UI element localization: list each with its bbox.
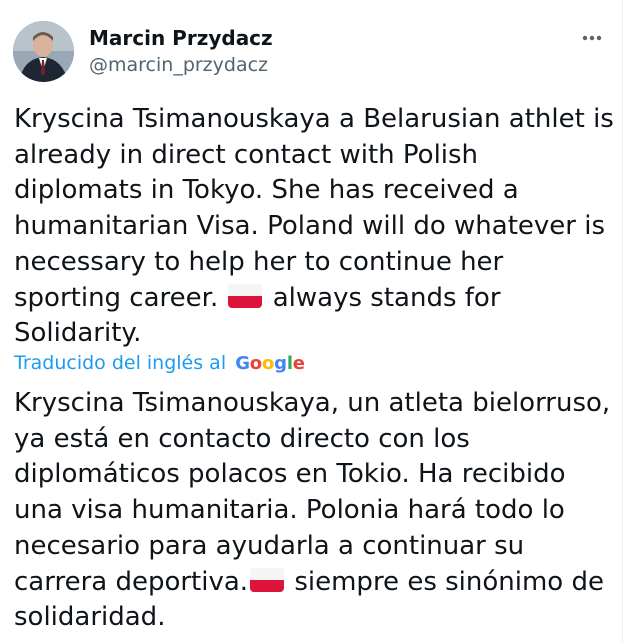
more-horizontal-icon xyxy=(582,35,602,41)
poland-flag-icon-translated xyxy=(250,567,285,592)
poland-flag-icon xyxy=(228,283,263,308)
translated-by-google[interactable]: Traducido del inglés al Google xyxy=(14,352,305,382)
translated-tweet-text: Kryscina Tsimanouskaya, un atleta bielor… xyxy=(14,386,614,636)
author-name[interactable]: Marcin Przydacz xyxy=(89,26,273,50)
tweet-text-part-1: Kryscina Tsimanouskaya a Belarusian athl… xyxy=(14,104,614,313)
avatar-photo-icon xyxy=(13,21,74,82)
tweet-card: Marcin Przydacz @marcin_przydacz Kryscin… xyxy=(0,0,623,643)
translated-text-part-1: Kryscina Tsimanouskaya, un atleta bielor… xyxy=(14,388,611,597)
avatar[interactable] xyxy=(13,21,74,82)
author-handle[interactable]: @marcin_przydacz xyxy=(89,54,268,76)
translated-label: Traducido del inglés al xyxy=(14,352,227,374)
tweet-text: Kryscina Tsimanouskaya a Belarusian athl… xyxy=(14,102,614,352)
google-logo: Google xyxy=(235,352,305,374)
more-options-button[interactable] xyxy=(574,20,610,56)
